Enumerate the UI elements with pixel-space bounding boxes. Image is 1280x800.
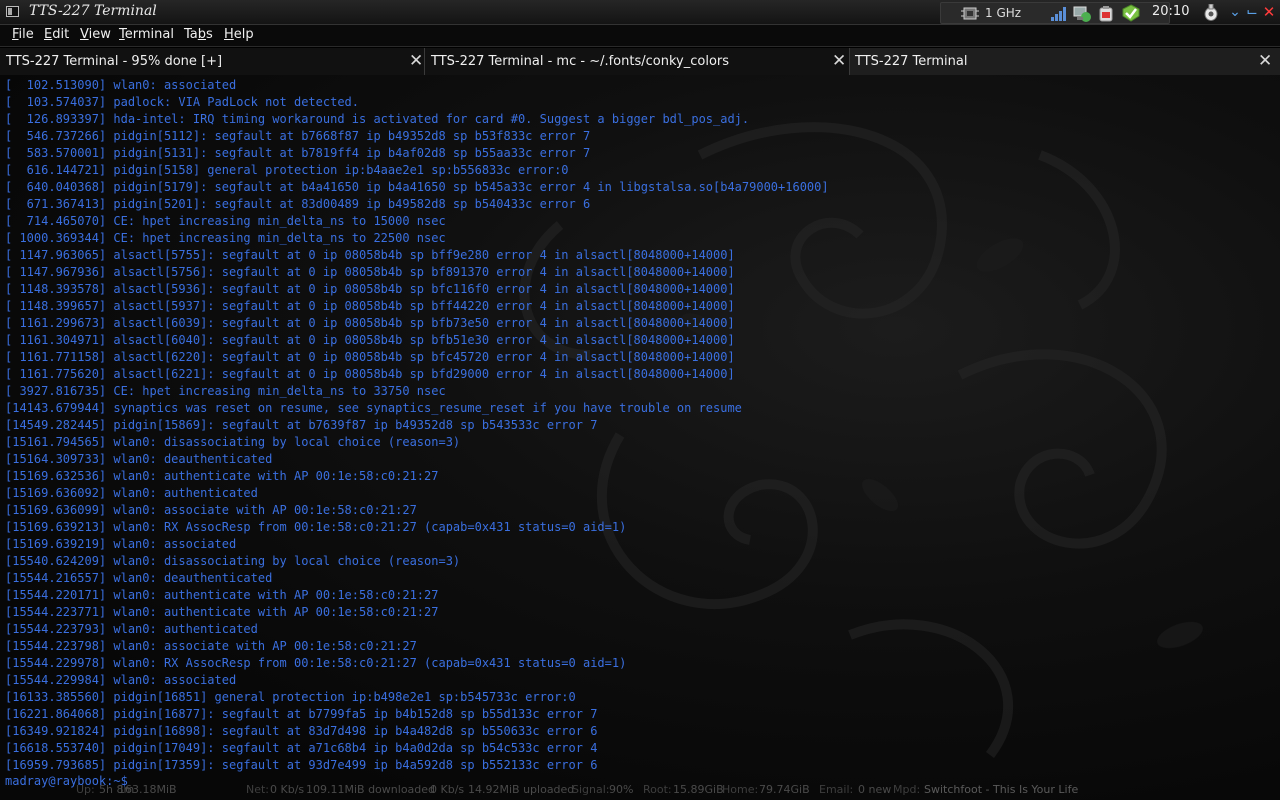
conky-signal: 90% [609, 783, 634, 796]
menu-view[interactable]: View [80, 27, 111, 42]
terminal-line: [15544.216557] wlan0: deauthenticated [5, 571, 273, 585]
terminal-line: [ 1161.304971] alsactl[6040]: segfault a… [5, 333, 735, 347]
terminal-line: [15544.220171] wlan0: authenticate with … [5, 588, 439, 602]
terminal-line: [15169.636099] wlan0: associate with AP … [5, 503, 417, 517]
battery-icon[interactable] [1097, 6, 1115, 22]
conky-net-down-rate: 0 Kb/s [270, 783, 305, 796]
terminal-line: [ 583.570001] pidgin[5131]: segfault at … [5, 146, 591, 160]
conky-root: 15.89GiB [673, 783, 724, 796]
close-button[interactable]: ✕ [1262, 2, 1276, 22]
clock[interactable]: 20:10 [1152, 4, 1189, 19]
tab-bar: TTS-227 Terminal - 95% done [+] ✕ TTS-22… [0, 48, 1280, 75]
terminal-line: [15169.636092] wlan0: authenticated [5, 486, 258, 500]
window-titlebar[interactable]: TTS-227 Terminal 1 GHz 20:10 ⌄ ⌙ ✕ [0, 0, 1280, 25]
tab-3-active[interactable]: TTS-227 Terminal ✕ [850, 48, 1280, 75]
terminal-lines: [ 102.513090] wlan0: associated [ 103.574… [5, 77, 829, 774]
network-icon[interactable] [1073, 6, 1091, 22]
terminal-line: [ 1161.775620] alsactl[6221]: segfault a… [5, 367, 735, 381]
conky-uploaded: 14.92MiB uploaded [468, 783, 575, 796]
window-title: TTS-227 Terminal [29, 3, 157, 19]
tab-close-icon[interactable]: ✕ [409, 53, 423, 70]
conky-mpd-song: Switchfoot - This Is Your Life [924, 783, 1079, 796]
terminal-line: [ 640.040368] pidgin[5179]: segfault at … [5, 180, 829, 194]
terminal-line: [16618.553740] pidgin[17049]: segfault a… [5, 741, 598, 755]
terminal-line: [15544.229978] wlan0: RX AssocResp from … [5, 656, 627, 670]
conky-mem: 163.18MiB [118, 783, 177, 796]
conky-email: 0 new [858, 783, 892, 796]
terminal-line: [15544.223798] wlan0: associate with AP … [5, 639, 417, 653]
terminal-line: [ 1161.771158] alsactl[6220]: segfault a… [5, 350, 735, 364]
terminal-line: [ 1161.299673] alsactl[6039]: segfault a… [5, 316, 735, 330]
tab-label: TTS-227 Terminal - 95% done [+] [6, 54, 223, 69]
conky-status-overlay: Up: 5h 8m 163.18MiB Net: 0 Kb/s 109.11Mi… [0, 780, 1280, 800]
terminal-line: [16349.921824] pidgin[16898]: segfault a… [5, 724, 598, 738]
terminal-line: [16133.385560] pidgin[16851] general pro… [5, 690, 576, 704]
terminal-line: [ 616.144721] pidgin[5158] general prote… [5, 163, 569, 177]
terminal-line: [ 1000.369344] CE: hpet increasing min_d… [5, 231, 446, 245]
cpu-frequency: 1 GHz [985, 6, 1022, 20]
conky-home: 79.74GiB [759, 783, 810, 796]
cpu-icon[interactable] [961, 6, 979, 21]
conky-email-label: Email: [819, 783, 854, 796]
terminal-line: [ 546.737266] pidgin[5112]: segfault at … [5, 129, 591, 143]
terminal-line: [15544.229984] wlan0: associated [5, 673, 237, 687]
conky-net-up-rate: 0 Kb/s [430, 783, 465, 796]
terminal-line: [ 103.574037] padlock: VIA PadLock not d… [5, 95, 360, 109]
conky-root-label: Root: [643, 783, 672, 796]
terminal-line: [16959.793685] pidgin[17359]: segfault a… [5, 758, 598, 772]
terminal-line: [ 671.367413] pidgin[5201]: segfault at … [5, 197, 591, 211]
minimize-button[interactable]: ⌄ [1228, 2, 1242, 22]
terminal-line: [ 1147.963065] alsactl[5755]: segfault a… [5, 248, 735, 262]
menu-edit[interactable]: Edit [44, 27, 69, 42]
menu-file[interactable]: File [12, 27, 34, 42]
terminal-line: [ 1148.399657] alsactl[5937]: segfault a… [5, 299, 735, 313]
terminal-line: [ 1147.967936] alsactl[5756]: segfault a… [5, 265, 735, 279]
tab-label: TTS-227 Terminal [855, 54, 968, 69]
conky-uptime-label: Up: [76, 783, 95, 796]
terminal-line: [15544.223771] wlan0: authenticate with … [5, 605, 439, 619]
terminal-line: [ 126.893397] hda-intel: IRQ timing work… [5, 112, 750, 126]
conky-net-label: Net: [246, 783, 270, 796]
menu-help[interactable]: Help [224, 27, 254, 42]
terminal-line: [15169.639213] wlan0: RX AssocResp from … [5, 520, 627, 534]
terminal-line: [ 1148.393578] alsactl[5936]: segfault a… [5, 282, 735, 296]
terminal-line: [15169.639219] wlan0: associated [5, 537, 237, 551]
update-check-icon[interactable] [1121, 4, 1141, 22]
terminal-line: [16221.864068] pidgin[16877]: segfault a… [5, 707, 598, 721]
terminal-line: [15544.223793] wlan0: authenticated [5, 622, 258, 636]
tab-close-icon[interactable]: ✕ [832, 53, 846, 70]
terminal-line: [15169.632536] wlan0: authenticate with … [5, 469, 439, 483]
terminal-line: [ 714.465070] CE: hpet increasing min_de… [5, 214, 446, 228]
tab-label: TTS-227 Terminal - mc - ~/.fonts/conky_c… [431, 54, 730, 69]
power-icon[interactable] [1204, 4, 1218, 21]
terminal-line: [15161.794565] wlan0: disassociating by … [5, 435, 461, 449]
conky-downloaded: 109.11MiB downloaded [306, 783, 436, 796]
terminal-window-icon[interactable] [6, 6, 19, 17]
tab-2[interactable]: TTS-227 Terminal - mc - ~/.fonts/conky_c… [425, 48, 850, 75]
menu-bar: File Edit View Terminal Tabs Help [0, 25, 1280, 47]
conky-home-label: Home: [722, 783, 759, 796]
tab-1[interactable]: TTS-227 Terminal - 95% done [+] ✕ [0, 48, 425, 75]
terminal-line: [14143.679944] synaptics was reset on re… [5, 401, 742, 415]
menu-terminal[interactable]: Terminal [119, 27, 174, 42]
terminal-line: [ 102.513090] wlan0: associated [5, 78, 237, 92]
maximize-button[interactable]: ⌙ [1245, 2, 1259, 22]
system-tray: 1 GHz [940, 2, 1170, 24]
terminal-line: [15164.309733] wlan0: deauthenticated [5, 452, 273, 466]
terminal-output[interactable]: [ 102.513090] wlan0: associated [ 103.574… [0, 75, 1280, 800]
terminal-line: [14549.282445] pidgin[15869]: segfault a… [5, 418, 598, 432]
tab-close-icon[interactable]: ✕ [1258, 53, 1272, 70]
terminal-line: [15540.624209] wlan0: disassociating by … [5, 554, 461, 568]
terminal-line: [ 3927.816735] CE: hpet increasing min_d… [5, 384, 446, 398]
conky-signal-label: Signal: [572, 783, 610, 796]
signal-strength-icon[interactable] [1051, 7, 1067, 21]
conky-mpd-label: Mpd: [893, 783, 921, 796]
menu-tabs[interactable]: Tabs [184, 27, 213, 42]
